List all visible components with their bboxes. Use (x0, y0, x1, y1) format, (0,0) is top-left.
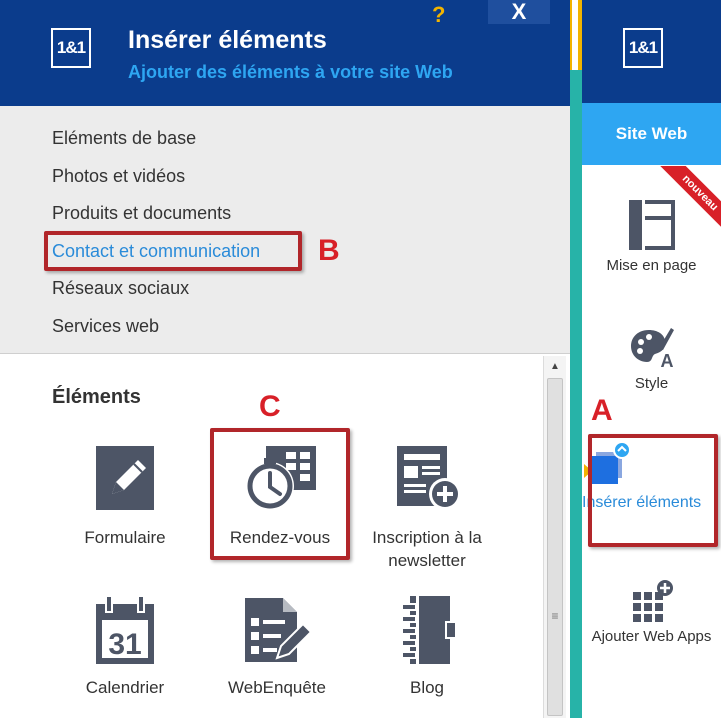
blog-notebook-icon (401, 596, 457, 664)
annotation-label-c: C (259, 390, 281, 423)
help-button[interactable]: ? (432, 2, 445, 28)
newsletter-add-icon (397, 446, 461, 510)
sidebar-item-web-apps[interactable]: Ajouter Web Apps (582, 580, 721, 647)
category-web-services[interactable]: Services web (52, 316, 159, 337)
annotation-box-b (44, 231, 302, 271)
grip-icon: ≡ (551, 609, 559, 623)
svg-text:A: A (660, 351, 673, 368)
category-basic-elements[interactable]: Eléments de base (52, 128, 196, 149)
panel-title: Insérer éléments (128, 26, 327, 54)
scroll-up-arrow-icon[interactable]: ▲ (544, 356, 566, 376)
element-label: WebEnquête (228, 678, 326, 697)
category-list: Eléments de base Photos et vidéos Produi… (0, 106, 570, 354)
annotation-label-a: A (591, 394, 613, 427)
element-tile-survey[interactable]: WebEnquête (207, 594, 347, 699)
element-label: Blog (409, 678, 445, 697)
category-photos-videos[interactable]: Photos et vidéos (52, 166, 185, 187)
element-label: Formulaire (84, 528, 166, 547)
element-tile-newsletter[interactable]: Inscription à la newsletter (357, 440, 497, 572)
editor-sidebar: 1&1 Site Web Mise en page A Style Insére… (582, 0, 721, 718)
scrollbar-thumb[interactable]: ≡ (547, 378, 563, 716)
sidebar-item-label: Ajouter Web Apps (591, 628, 712, 645)
panel-divider (570, 0, 582, 718)
new-badge-label: nouveau (651, 166, 721, 239)
element-tile-calendar[interactable]: 31 Calendrier (55, 594, 195, 699)
element-label: Inscription à la newsletter (372, 528, 482, 570)
element-tile-form[interactable]: Formulaire (55, 440, 195, 549)
panel-subtitle: Ajouter des éléments à votre site Web (128, 62, 453, 82)
brand-logo: 1&1 (623, 28, 663, 68)
palette-icon: A (630, 328, 674, 368)
annotation-box-c (210, 428, 350, 560)
sidebar-header: 1&1 (582, 0, 721, 103)
elements-section-title: Éléments (52, 386, 141, 408)
panel-header: 1&1 Insérer éléments Ajouter des élément… (0, 0, 570, 106)
sidebar-site-web[interactable]: Site Web (582, 103, 721, 165)
form-pencil-icon (96, 446, 154, 510)
elements-scrollbar[interactable]: ▲ ≡ (543, 356, 566, 718)
divider-highlight (572, 0, 578, 70)
insert-elements-panel: 1&1 Insérer éléments Ajouter des élément… (0, 0, 570, 718)
close-button[interactable]: X (488, 0, 550, 24)
brand-logo: 1&1 (51, 28, 91, 68)
element-tile-blog[interactable]: Blog (357, 594, 497, 699)
calendar-day: 31 (108, 628, 141, 661)
category-products-documents[interactable]: Produits et documents (52, 203, 231, 224)
element-label: Calendrier (85, 678, 165, 697)
category-social-networks[interactable]: Réseaux sociaux (52, 278, 189, 299)
annotation-box-a (588, 434, 718, 547)
new-badge-ribbon: nouveau (648, 166, 721, 239)
annotation-label-b: B (318, 234, 340, 267)
survey-icon (245, 598, 313, 662)
sidebar-item-label: Style (634, 375, 669, 392)
sidebar-item-style[interactable]: A Style (582, 326, 721, 394)
sidebar-item-label: Mise en page (606, 257, 697, 274)
calendar-icon: 31 (96, 595, 154, 664)
web-apps-icon (632, 580, 673, 622)
